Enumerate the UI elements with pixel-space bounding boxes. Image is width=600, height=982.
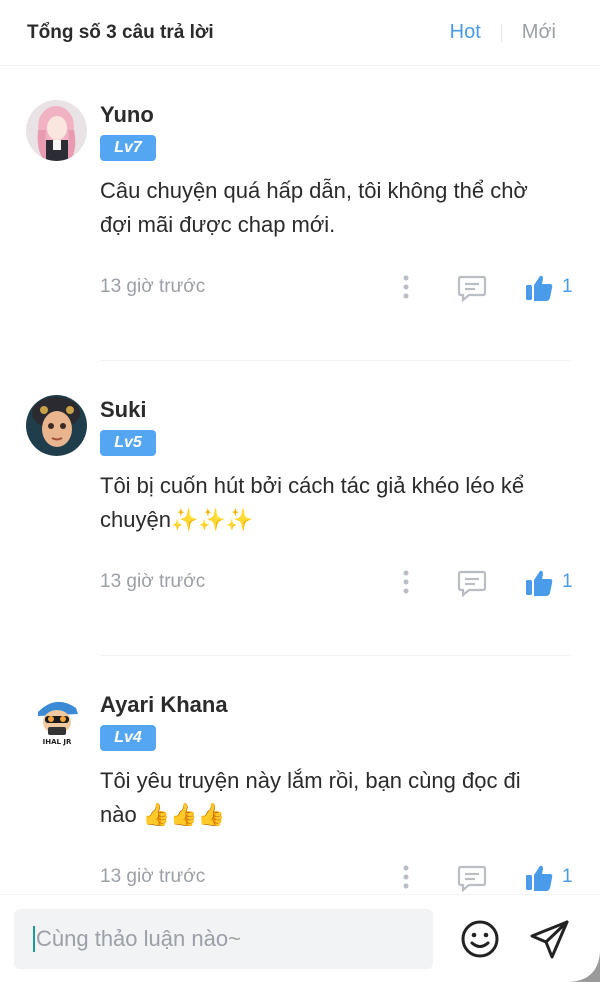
like-count: 1 <box>562 276 573 297</box>
user-name[interactable]: Yuno <box>100 102 154 128</box>
screen-corner <box>570 952 600 982</box>
user-name[interactable]: Suki <box>100 397 146 423</box>
comment-input[interactable] <box>14 909 433 969</box>
level-badge: Lv7 <box>100 135 156 161</box>
thumbs-up-icon[interactable] <box>524 568 554 598</box>
sort-new-tab[interactable]: Mới <box>522 21 556 44</box>
like-count: 1 <box>562 866 573 887</box>
comment-input-bar <box>0 894 600 982</box>
comment-icon[interactable] <box>457 569 487 597</box>
comment-text: Câu chuyện quá hấp dẫn, tôi không thể ch… <box>100 178 528 237</box>
thumbs-up-icon[interactable] <box>524 863 554 893</box>
comment-input-wrapper <box>14 909 433 969</box>
more-vertical-icon[interactable] <box>399 272 413 302</box>
comment-divider <box>100 655 570 656</box>
smiley-icon[interactable] <box>459 918 501 960</box>
svg-text:IHAL JR: IHAL JR <box>43 738 72 746</box>
total-answers-label: Tổng số 3 câu trả lời <box>27 22 214 43</box>
send-icon[interactable] <box>528 917 572 961</box>
comment-divider <box>100 360 570 361</box>
level-badge: Lv4 <box>100 725 156 751</box>
comments-header: Tổng số 3 câu trả lời Hot Mới <box>0 0 600 66</box>
comment-text: Tôi yêu truyện này lắm rồi, bạn cùng đọc… <box>100 768 521 827</box>
comment-icon[interactable] <box>457 274 487 302</box>
comment-timestamp: 13 giờ trước <box>100 571 206 592</box>
avatar[interactable] <box>26 100 87 161</box>
text-caret <box>33 926 35 952</box>
user-name[interactable]: Ayari Khana <box>100 692 228 718</box>
more-vertical-icon[interactable] <box>399 862 413 892</box>
comment-icon[interactable] <box>457 864 487 892</box>
level-badge: Lv5 <box>100 430 156 456</box>
like-count: 1 <box>562 571 573 592</box>
sort-hot-tab[interactable]: Hot <box>450 21 481 44</box>
avatar[interactable]: IHAL JR <box>26 690 87 751</box>
comment-timestamp: 13 giờ trước <box>100 866 206 887</box>
comment-text: Tôi bị cuốn hút bởi cách tác giả khéo lé… <box>100 473 525 532</box>
sort-toggle: Hot Mới <box>450 21 556 44</box>
comments-page: Tổng số 3 câu trả lời Hot Mới Yuno Lv7 C… <box>0 0 600 982</box>
avatar[interactable] <box>26 395 87 456</box>
comment-timestamp: 13 giờ trước <box>100 276 206 297</box>
sort-separator <box>500 23 502 42</box>
more-vertical-icon[interactable] <box>399 567 413 597</box>
thumbs-up-icon[interactable] <box>524 273 554 303</box>
